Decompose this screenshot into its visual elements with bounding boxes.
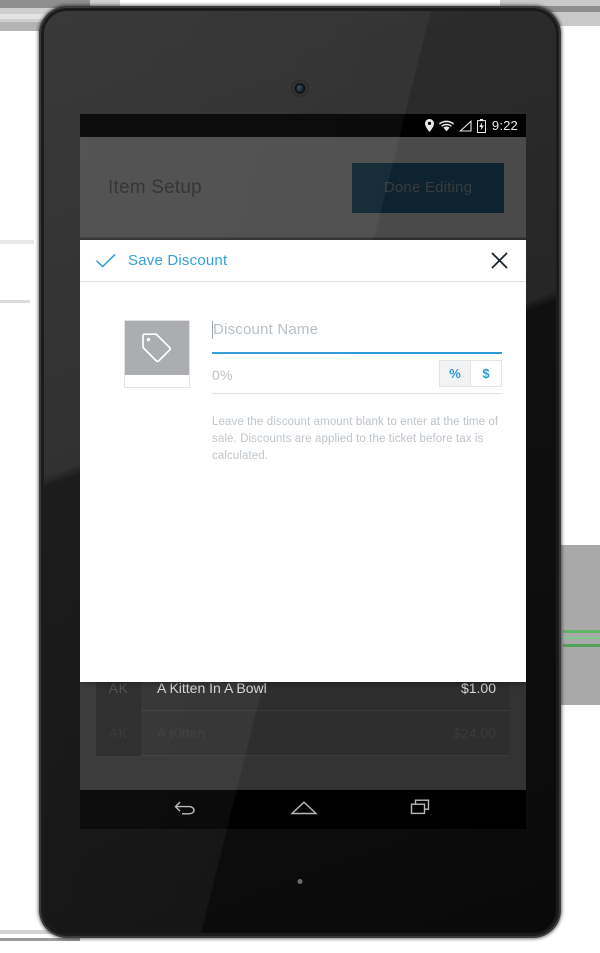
item-initials: AK bbox=[96, 710, 141, 756]
item-price: $24.00 bbox=[453, 725, 496, 741]
backdrop-artifact bbox=[563, 637, 600, 639]
page-root: 9:22 Item Setup Done Editing AK A Kitten… bbox=[0, 0, 600, 953]
amount-type-toggle: % $ bbox=[439, 359, 502, 387]
device-bezel: 9:22 Item Setup Done Editing AK A Kitten… bbox=[44, 11, 556, 933]
helper-text: Leave the discount amount blank to enter… bbox=[212, 416, 499, 462]
save-discount-dialog: Save Discount Discount Name 0% % $ Leave… bbox=[80, 240, 526, 682]
close-icon[interactable] bbox=[486, 248, 512, 274]
backdrop-artifact bbox=[560, 545, 600, 705]
location-pin-icon bbox=[424, 119, 434, 132]
backdrop-artifact bbox=[0, 300, 30, 303]
dialog-title: Save Discount bbox=[128, 252, 228, 269]
page-title: Item Setup bbox=[108, 176, 202, 198]
done-editing-button[interactable]: Done Editing bbox=[352, 162, 504, 213]
front-camera-icon bbox=[292, 81, 308, 96]
wifi-icon bbox=[438, 120, 454, 132]
dollar-toggle-button[interactable]: $ bbox=[471, 360, 501, 386]
percent-toggle-button[interactable]: % bbox=[440, 360, 470, 386]
item-name: A Kitten In A Bowl bbox=[157, 680, 267, 696]
signal-icon bbox=[458, 119, 472, 132]
check-icon[interactable] bbox=[96, 253, 116, 269]
item-name: A Kitten bbox=[157, 725, 206, 741]
back-icon[interactable] bbox=[173, 798, 199, 821]
home-icon[interactable] bbox=[290, 798, 318, 821]
backdrop-artifact bbox=[563, 644, 600, 647]
discount-form: Discount Name 0% % $ Leave the discount … bbox=[124, 320, 502, 465]
device-screen: 9:22 Item Setup Done Editing AK A Kitten… bbox=[80, 114, 526, 829]
price-tag-icon bbox=[125, 321, 189, 375]
discount-fields: Discount Name 0% % $ Leave the discount … bbox=[212, 320, 502, 465]
dialog-body: Discount Name 0% % $ Leave the discount … bbox=[80, 282, 526, 465]
backdrop-artifact bbox=[0, 240, 34, 244]
status-bar-clock: 9:22 bbox=[491, 118, 518, 133]
discount-name-placeholder: Discount Name bbox=[213, 321, 319, 338]
discount-name-input[interactable]: Discount Name bbox=[212, 320, 502, 354]
dialog-header: Save Discount bbox=[80, 240, 526, 282]
discount-amount-input[interactable]: 0% % $ bbox=[212, 357, 502, 394]
item-price: $1.00 bbox=[460, 680, 496, 696]
backdrop-artifact bbox=[0, 938, 80, 941]
battery-charging-icon bbox=[476, 118, 486, 133]
tablet-device: 9:22 Item Setup Done Editing AK A Kitten… bbox=[41, 8, 559, 936]
discount-amount-placeholder: 0% bbox=[212, 367, 233, 383]
list-item[interactable]: AK A Kitten $24.00 bbox=[96, 710, 510, 756]
navigation-bar bbox=[80, 790, 526, 829]
backdrop-artifact bbox=[563, 630, 600, 633]
backdrop-artifact bbox=[0, 0, 90, 8]
discount-thumbnail[interactable] bbox=[124, 320, 190, 388]
recents-icon[interactable] bbox=[409, 798, 433, 821]
app-bar: Item Setup Done Editing bbox=[80, 137, 526, 238]
status-bar: 9:22 bbox=[80, 114, 526, 137]
notification-led-icon bbox=[297, 879, 303, 884]
